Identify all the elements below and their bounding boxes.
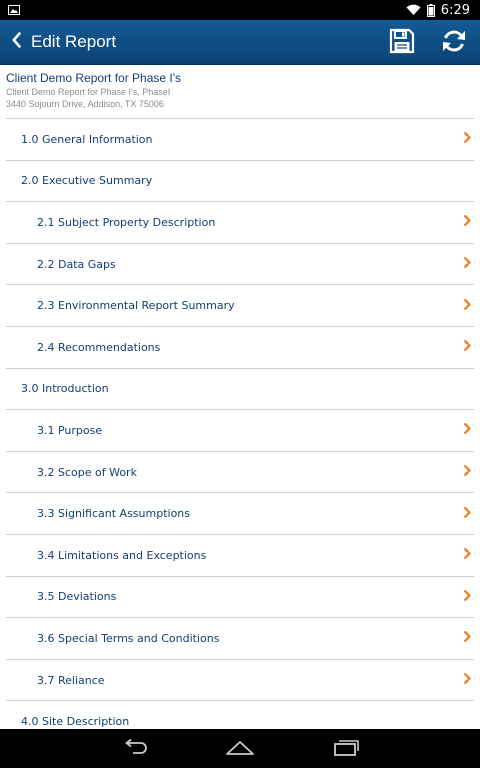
action-icons [376,20,480,65]
toc-item[interactable]: 2.0 Executive Summary [6,161,474,203]
toc-item[interactable]: 3.0 Introduction [6,369,474,411]
toc-item-label: 3.0 Introduction [21,382,109,396]
chevron-right-icon [464,423,471,437]
nav-home-button[interactable] [220,734,260,764]
refresh-icon [441,28,467,58]
action-bar: Edit Report [0,20,480,65]
toc-item-label: 1.0 General Information [21,132,153,146]
toc-item[interactable]: 3.1 Purpose [6,410,474,452]
status-bar: 6:29 [0,0,480,20]
toc-item-label: 3.6 Special Terms and Conditions [37,631,220,645]
chevron-right-icon [464,548,471,562]
toc-item-label: 2.2 Data Gaps [37,257,116,271]
toc-item-label: 3.4 Limitations and Exceptions [37,548,207,562]
recent-apps-icon [332,738,360,760]
wifi-icon [406,4,421,16]
toc-item[interactable]: 3.2 Scope of Work [6,452,474,494]
toc-item-label: 2.4 Recommendations [37,340,161,354]
toc-item[interactable]: 2.3 Environmental Report Summary [6,285,474,327]
toc-item[interactable]: 3.7 Reliance [6,660,474,702]
picture-notification-icon [8,5,20,15]
status-left [8,5,20,15]
report-header: Client Demo Report for Phase I's Client … [6,71,474,110]
report-subtitle: Client Demo Report for Phase I's, PhaseI [6,87,171,97]
toc-item[interactable]: 3.6 Special Terms and Conditions [6,618,474,660]
home-icon [225,738,255,760]
toc-item[interactable]: 2.2 Data Gaps [6,244,474,286]
chevron-right-icon [464,340,471,354]
chevron-right-icon [464,257,471,271]
toc-item[interactable]: 2.1 Subject Property Description [6,202,474,244]
nav-recents-button[interactable] [326,734,366,764]
status-right: 6:29 [406,3,470,18]
chevron-right-icon [464,465,471,479]
save-button[interactable] [376,20,428,65]
chevron-right-icon [464,132,471,146]
toc-list: 1.0 General Information 2.0 Executive Sum… [6,118,474,729]
chevron-right-icon [464,631,471,645]
status-time: 6:29 [440,2,470,18]
chevron-right-icon [464,589,471,604]
chevron-right-icon [464,215,471,229]
toc-item[interactable]: 3.5 Deviations [6,577,474,619]
toc-item[interactable]: 3.4 Limitations and Exceptions [6,535,474,577]
screen: 6:29 Edit Report Client Demo Report for … [0,0,480,768]
toc-item-label: 3.5 Deviations [37,590,117,604]
toc-item-label: 2.0 Executive Summary [21,174,153,188]
save-icon [389,28,415,58]
toc-item-label: 2.1 Subject Property Description [37,215,216,229]
toc-item[interactable]: 2.4 Recommendations [6,327,474,369]
chevron-right-icon [464,506,471,521]
report-address: 3440 Sojourn Drive, Addison, TX 75006 [6,99,164,109]
nav-back-button[interactable] [114,734,154,764]
page-title: Edit Report [31,32,117,51]
toc-item[interactable]: 1.0 General Information [6,119,474,161]
battery-icon [426,3,435,17]
toc-item-label: 4.0 Site Description [21,715,130,729]
toc-item[interactable]: 4.0 Site Description [6,701,474,729]
refresh-button[interactable] [428,20,480,65]
back-chevron-icon [12,32,21,52]
toc-item-label: 3.3 Significant Assumptions [37,507,190,521]
chevron-right-icon [464,298,471,313]
report-title: Client Demo Report for Phase I's [6,71,182,85]
navigation-bar [0,729,480,768]
toc-item-label: 3.2 Scope of Work [37,465,137,479]
toc-item[interactable]: 3.3 Significant Assumptions [6,493,474,535]
toc-item-label: 3.1 Purpose [37,423,103,437]
chevron-right-icon [464,673,471,687]
toc-item-label: 3.7 Reliance [37,673,105,687]
toc-item-label: 2.3 Environmental Report Summary [37,299,235,313]
back-button[interactable]: Edit Report [0,20,126,65]
nav-back-icon [119,738,149,759]
